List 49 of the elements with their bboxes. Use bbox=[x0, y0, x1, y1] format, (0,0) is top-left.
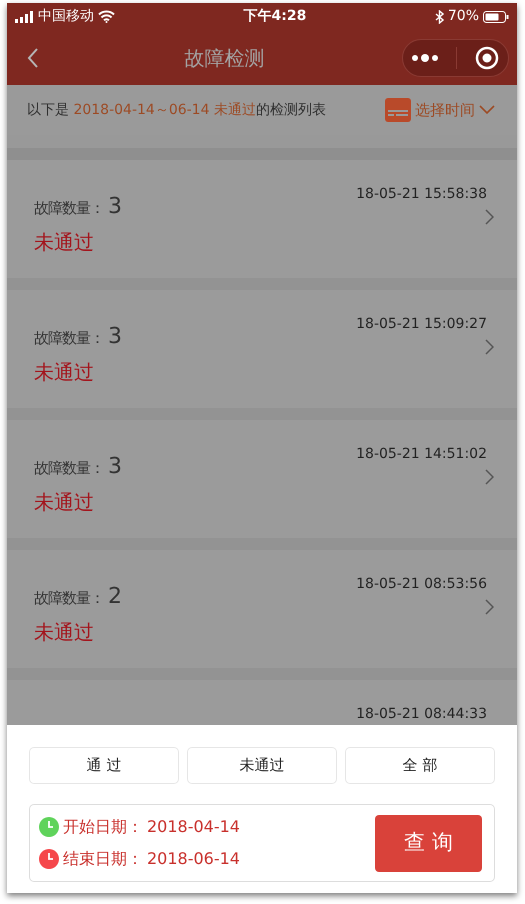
back-icon bbox=[27, 48, 39, 68]
fault-count-label: 故障数量： bbox=[34, 588, 104, 609]
record-status: 未通过 bbox=[34, 229, 95, 256]
chevron-right-icon bbox=[485, 209, 494, 225]
chevron-right-icon bbox=[485, 339, 494, 355]
fault-count: 3 bbox=[108, 323, 122, 351]
signal-icon bbox=[15, 10, 34, 22]
status-time: 下午4:28 bbox=[242, 7, 308, 26]
date-value[interactable]: 2018-06-14 bbox=[147, 847, 240, 871]
fault-count: 3 bbox=[108, 193, 122, 221]
record-status: 未通过 bbox=[34, 619, 95, 646]
record-card[interactable]: 故障数量： 2 18-05-21 08:53:56 未通过 bbox=[7, 550, 517, 668]
query-button[interactable]: 查 询 bbox=[375, 814, 482, 872]
chevron-right-icon bbox=[485, 599, 494, 615]
date-label: 开始日期： bbox=[63, 816, 143, 838]
close-icon[interactable] bbox=[475, 46, 499, 70]
list-description: 以下是 2018-04-14～06-14 未通过的检测列表 bbox=[27, 100, 326, 120]
fault-count-label: 故障数量： bbox=[34, 328, 104, 349]
battery-icon bbox=[483, 10, 509, 22]
date-label: 结束日期： bbox=[63, 848, 143, 870]
fault-count: 2 bbox=[108, 583, 122, 611]
clock-icon bbox=[39, 849, 59, 869]
record-card[interactable]: 故障数量： 3 18-05-21 14:51:02 未通过 bbox=[7, 420, 517, 538]
record-time: 18-05-21 15:09:27 bbox=[356, 315, 487, 334]
date-value[interactable]: 2018-04-14 bbox=[147, 815, 240, 839]
record-time: 18-05-21 08:44:33 bbox=[356, 705, 487, 724]
fault-count-label: 故障数量： bbox=[34, 198, 104, 219]
record-time: 18-05-21 08:53:56 bbox=[356, 575, 487, 594]
record-card[interactable]: 故障数量： 3 18-05-21 15:09:27 未通过 bbox=[7, 290, 517, 408]
bluetooth-icon bbox=[434, 10, 444, 24]
clock-icon bbox=[39, 817, 59, 837]
wifi-icon bbox=[98, 10, 115, 23]
calendar-icon bbox=[385, 98, 411, 122]
battery-percent: 70% bbox=[448, 7, 479, 26]
record-time: 18-05-21 14:51:02 bbox=[356, 445, 487, 464]
record-time: 18-05-21 15:58:38 bbox=[356, 185, 487, 204]
fault-count: 3 bbox=[108, 453, 122, 481]
record-card[interactable]: 故障数量： 3 18-05-21 15:58:38 未通过 bbox=[7, 160, 517, 278]
filter-option-button[interactable]: 未通过 bbox=[187, 747, 337, 784]
more-icon[interactable] bbox=[412, 54, 438, 62]
fault-count-label: 故障数量： bbox=[34, 458, 104, 479]
chevron-right-icon bbox=[485, 469, 494, 485]
carrier-name: 中国移动 bbox=[38, 7, 94, 26]
page-title: 故障检测 bbox=[184, 44, 266, 72]
record-status: 未通过 bbox=[34, 489, 95, 516]
filter-option-button[interactable]: 全 部 bbox=[345, 747, 495, 784]
caret-down-icon bbox=[479, 105, 495, 115]
record-status: 未通过 bbox=[34, 359, 95, 386]
filter-option-button[interactable]: 通 过 bbox=[29, 747, 179, 784]
